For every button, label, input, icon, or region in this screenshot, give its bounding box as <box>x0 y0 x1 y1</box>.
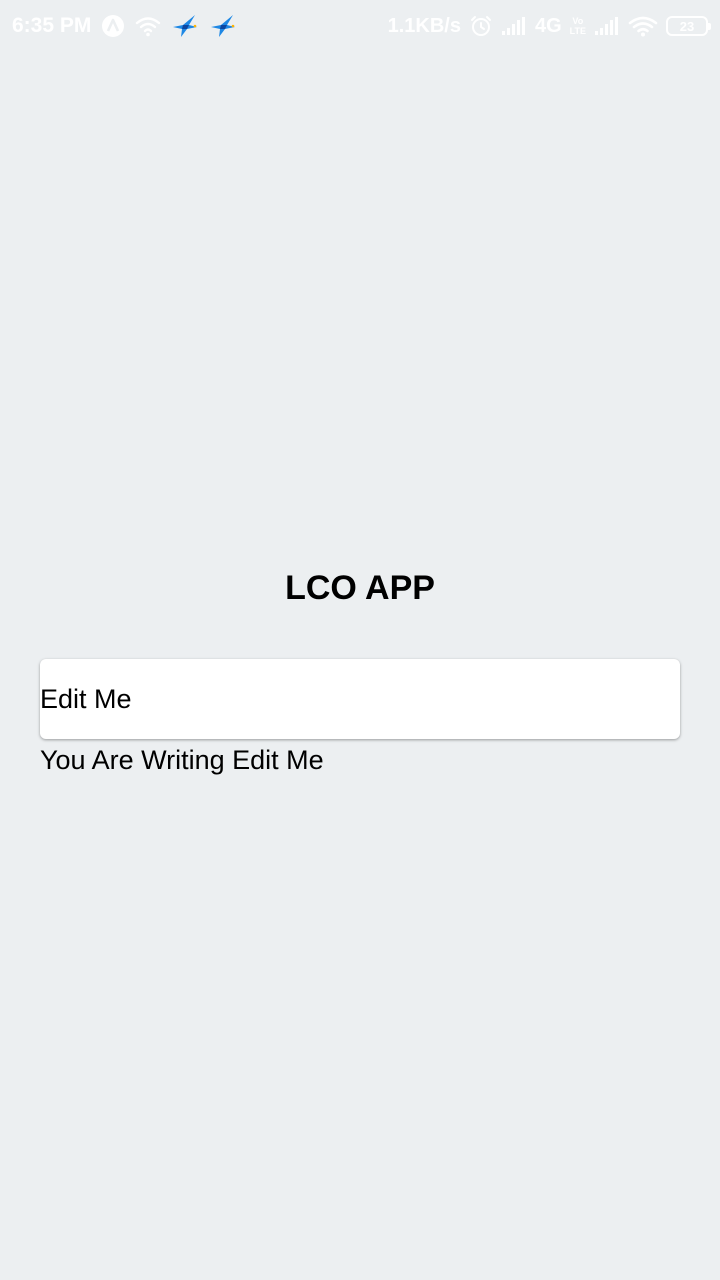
app-a-icon <box>101 14 125 38</box>
edit-text-input[interactable] <box>40 659 680 739</box>
battery-level: 23 <box>679 18 695 34</box>
network-type: 4G <box>534 14 562 37</box>
wifi-icon <box>628 15 658 37</box>
alarm-icon <box>469 14 493 38</box>
signal-icon <box>501 16 527 36</box>
volte-top: Vo <box>572 16 584 26</box>
status-bar: 6:35 PM 1.1KB/s 4G Vo LTE 23 <box>0 0 720 52</box>
status-time: 6:35 PM <box>12 14 92 37</box>
volte-indicator: Vo LTE <box>570 16 586 36</box>
page-title: LCO APP <box>285 569 435 607</box>
bird-icon <box>171 13 199 39</box>
bird-icon <box>209 13 237 39</box>
status-bar-left: 6:35 PM <box>12 10 237 42</box>
volte-bottom: LTE <box>569 26 586 36</box>
network-speed: 1.1KB/s <box>387 14 461 37</box>
echo-text: You Are Writing Edit Me <box>40 745 324 775</box>
status-bar-right: 1.1KB/s 4G Vo LTE 23 <box>387 10 711 42</box>
wifi-icon <box>135 15 161 37</box>
battery-icon: 23 <box>666 16 711 36</box>
signal-icon <box>594 16 620 36</box>
